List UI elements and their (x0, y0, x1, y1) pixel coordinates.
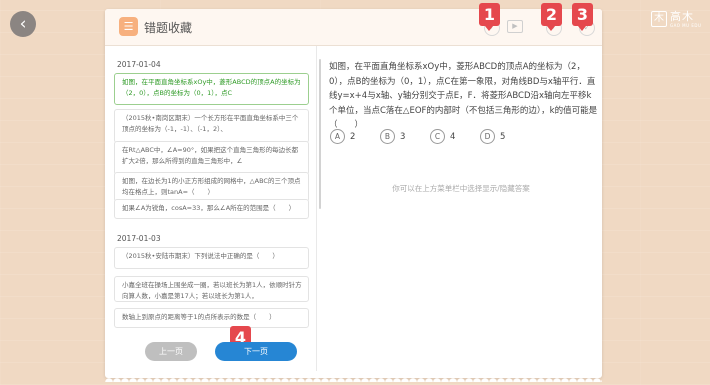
option-d[interactable]: D 5 (480, 129, 505, 144)
question-list-pane: 2017-01-04 如图，在平面直角坐标系xOy中，菱形ABCD的顶点A的坐标… (105, 46, 317, 371)
mistakes-card: ☰ 错题收藏 ✓ ▶ ✓ ✓ 1 2 3 2017-01-04 如图，在平面直角… (105, 3, 602, 382)
document-icon: ☰ (119, 17, 138, 36)
list-item[interactable]: （2015秋•南岗区期末）一个长方形在平面直角坐标系中三个顶点的坐标为（-1，-… (114, 109, 309, 143)
option-a[interactable]: A 2 (330, 129, 355, 144)
option-letter: D (480, 129, 495, 144)
page-title: 错题收藏 (144, 21, 193, 35)
answer-hint: 你可以在上方菜单栏中选择显示/隐藏答案 (392, 184, 530, 193)
option-letter: A (330, 129, 345, 144)
option-value: 5 (500, 131, 506, 142)
group-date: 2017-01-03 (117, 234, 161, 243)
list-item[interactable]: 如图，在边长为1的小正方形组成的网格中，△ABC的三个顶点均在格点上，则tanA… (114, 172, 309, 202)
list-item[interactable]: 如果∠A为锐角，cosA=33，那么∠A所在的范围是（ ） (114, 199, 309, 219)
logo-subtitle: GAO MU EDU (670, 23, 702, 28)
list-item[interactable]: （2015秋•安陆市期末）下列说法中正确的是（ ） (114, 247, 309, 269)
logo-name: 高木 (670, 10, 694, 23)
card-scalloped-edge (105, 374, 602, 382)
list-item[interactable]: 在Rt△ABC中，∠A=90°，如果把这个直角三角形的每边长都扩大2倍，那么所得… (114, 141, 309, 175)
prev-page-button[interactable]: 上一页 (145, 342, 197, 361)
question-text: 如图，在平面直角坐标系xOy中，菱形ABCD的顶点A的坐标为（2，0），点B的坐… (329, 62, 598, 130)
question-detail-pane: 如图，在平面直角坐标系xOy中，菱形ABCD的顶点A的坐标为（2，0），点B的坐… (320, 46, 602, 371)
logo-mark: 木 (651, 11, 667, 27)
option-b[interactable]: B 3 (380, 129, 405, 144)
chevron-left-icon: ‹ (19, 13, 27, 34)
option-letter: B (380, 129, 395, 144)
back-button[interactable]: ‹ (10, 11, 36, 37)
option-value: 4 (450, 131, 456, 142)
list-item-selected[interactable]: 如图，在平面直角坐标系xOy中，菱形ABCD的顶点A的坐标为（2，0），点B的坐… (114, 73, 309, 105)
list-item[interactable]: 小嘉全班在操场上围坐成一圈，若以班长为第1人，依顺时针方向算人数，小嘉是第17人… (114, 276, 309, 302)
list-item[interactable]: 数轴上到原点的距离等于1的点所表示的数是（ ） (114, 308, 309, 328)
option-c[interactable]: C 4 (430, 129, 455, 144)
option-value: 2 (350, 131, 356, 142)
play-icon[interactable]: ▶ (507, 20, 523, 33)
card-header: ☰ 错题收藏 ✓ ▶ ✓ ✓ 1 2 3 (105, 3, 602, 46)
brand-logo: 木 高木 GAO MU EDU (651, 11, 703, 33)
callout-badge-1: 1 (479, 3, 500, 31)
callout-badge-3: 3 (572, 3, 593, 31)
group-date: 2017-01-04 (117, 60, 161, 69)
option-letter: C (430, 129, 445, 144)
callout-badge-2: 2 (541, 3, 562, 31)
option-value: 3 (400, 131, 406, 142)
next-page-button[interactable]: 下一页 (215, 342, 297, 361)
